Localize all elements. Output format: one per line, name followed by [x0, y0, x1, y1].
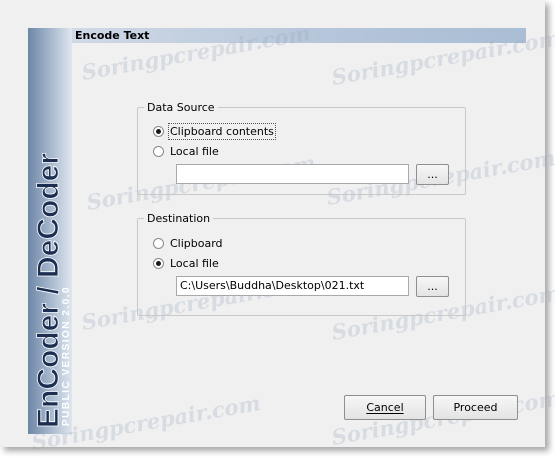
source-browse-button[interactable]: ... [416, 164, 449, 185]
radio-button[interactable] [153, 145, 164, 157]
radio-clipboard-contents[interactable]: Clipboard contents [153, 122, 276, 140]
radio-source-local-file[interactable]: Local file [153, 144, 219, 158]
radio-label: Clipboard contents [168, 122, 276, 140]
radio-label: Clipboard [170, 236, 223, 250]
source-file-path-input[interactable] [176, 164, 409, 184]
radio-button[interactable] [153, 237, 164, 249]
cancel-button-label: Cancel [366, 401, 404, 414]
encode-text-dialog: EnCoder / DeCoder PUBLIC VERSION 2.0.0 E… [0, 0, 555, 455]
destination-file-path-input[interactable]: C:\Users\Buddha\Desktop\021.txt [176, 276, 409, 296]
data-source-legend: Data Source [147, 101, 215, 114]
destination-legend: Destination [147, 212, 211, 225]
branding-sidebar: EnCoder / DeCoder PUBLIC VERSION 2.0.0 [28, 28, 72, 434]
radio-button-selected[interactable] [153, 125, 164, 137]
radio-dest-local-file[interactable]: Local file [153, 256, 219, 270]
version-text: PUBLIC VERSION 2.0.0 [61, 286, 72, 426]
branding-logo: EnCoder / DeCoder PUBLIC VERSION 2.0.0 [32, 152, 72, 428]
proceed-button-label: Proceed [453, 401, 498, 414]
dialog-title: Encode Text [72, 28, 526, 43]
cancel-button[interactable]: Cancel [344, 395, 426, 420]
radio-label: Local file [170, 144, 219, 158]
radio-label: Local file [170, 256, 219, 270]
proceed-button[interactable]: Proceed [433, 395, 518, 420]
destination-browse-button[interactable]: ... [416, 276, 449, 297]
radio-dest-clipboard[interactable]: Clipboard [153, 236, 223, 250]
radio-button-selected[interactable] [153, 257, 164, 269]
